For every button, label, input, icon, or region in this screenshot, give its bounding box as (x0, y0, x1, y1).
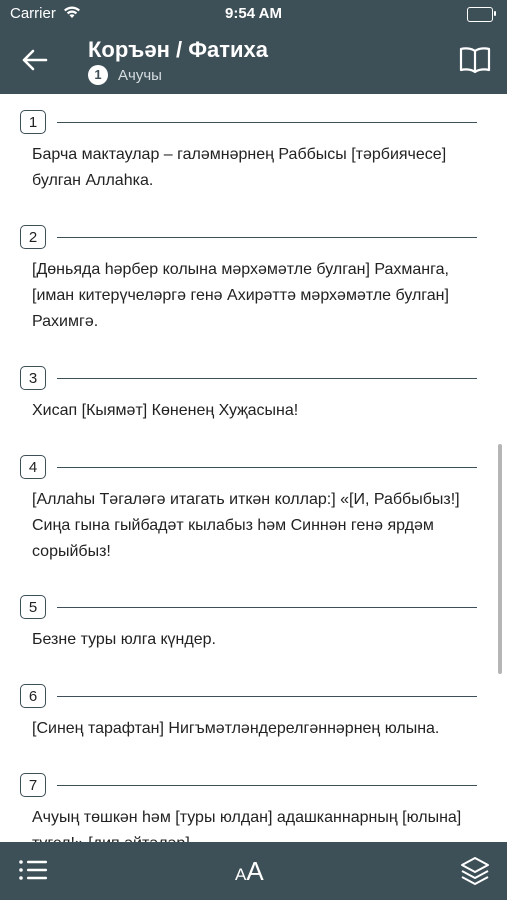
verse-text: Хисап [Кыямәт] Көненең Хуҗасына! (32, 402, 299, 419)
font-size-button[interactable]: AA (235, 856, 264, 887)
list-icon[interactable] (18, 854, 48, 886)
book-icon[interactable] (459, 44, 491, 74)
divider (57, 378, 477, 379)
verse-text: [Дөньяда һәрбер колына мәрхәмәтле булган… (32, 261, 449, 330)
font-size-large-glyph: A (246, 856, 264, 886)
verse-text: Безне туры юлга күндер. (32, 631, 216, 648)
divider (57, 696, 477, 697)
verse-text: Ачуың төшкән һәм [туры юлдан] адашканнар… (32, 809, 462, 842)
divider (57, 785, 477, 786)
divider (57, 122, 477, 123)
verse-number: 1 (20, 110, 46, 134)
divider (57, 237, 477, 238)
battery-icon (467, 7, 496, 22)
verse-number: 7 (20, 773, 46, 797)
surah-number-badge: 1 (88, 65, 108, 85)
verse-number: 4 (20, 455, 46, 479)
verse-number: 6 (20, 684, 46, 708)
font-size-small-glyph: A (235, 865, 247, 884)
bottom-toolbar: AA (0, 842, 507, 900)
divider (57, 467, 477, 468)
verse-number: 5 (20, 595, 46, 619)
divider (57, 607, 477, 608)
verse-list[interactable]: 1 Барча мактаулар – галәмнәрнең Раббысы … (0, 94, 507, 842)
status-bar: Carrier 9:54 AM (0, 0, 507, 28)
verse-text: Барча мактаулар – галәмнәрнең Раббысы [т… (32, 146, 447, 189)
verse-number: 3 (20, 366, 46, 390)
scrollbar[interactable] (498, 444, 502, 674)
surah-subtitle: 1 Ачучы (88, 65, 162, 85)
verse-number: 2 (20, 225, 46, 249)
layers-icon[interactable] (460, 854, 490, 886)
verse-text: [Синең тарафтан] Нигъмәтләндерелгәннәрне… (32, 720, 440, 737)
navigation-bar: Коръән / Фатиха 1 Ачучы (0, 28, 507, 94)
clock: 9:54 AM (225, 5, 282, 22)
page-title: Коръән / Фатиха (88, 37, 268, 62)
verse-text: [Аллаһы Тәгаләгә итагать иткән коллар:] … (32, 491, 460, 560)
back-arrow-icon[interactable] (18, 46, 52, 74)
surah-name: Ачучы (118, 66, 162, 84)
